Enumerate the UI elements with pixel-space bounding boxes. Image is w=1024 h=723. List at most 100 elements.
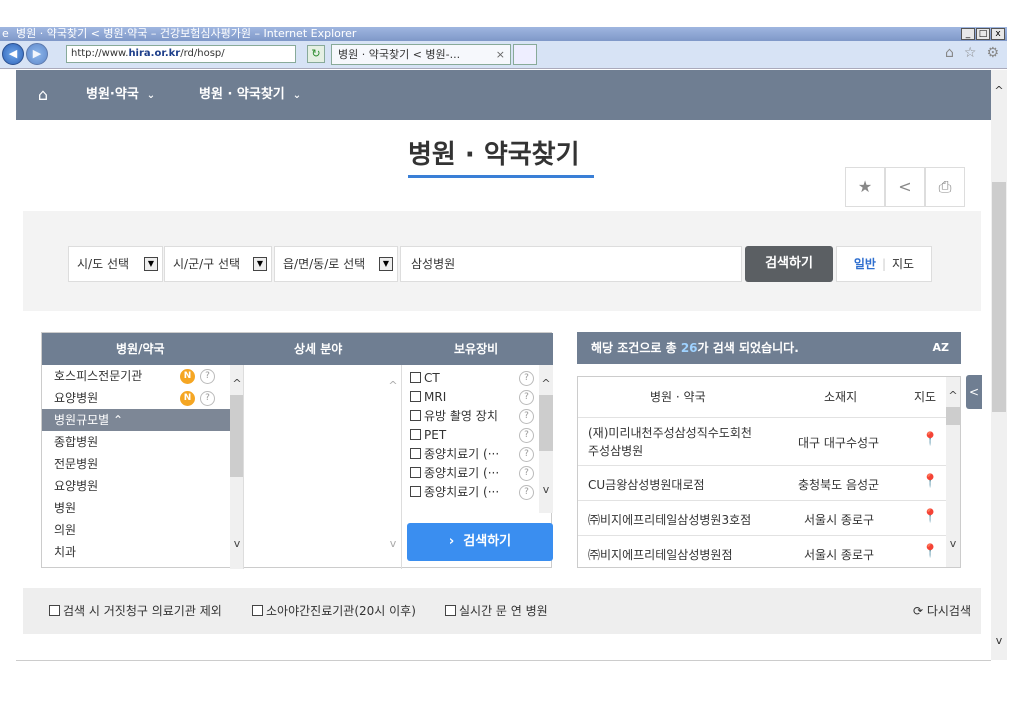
category-scrollbar[interactable]: ^ v [230,365,243,569]
equipment-tumor-2[interactable]: 종양치료기 (··· [410,464,499,482]
equipment-ct[interactable]: CT [410,369,440,387]
scroll-thumb[interactable] [992,182,1006,412]
settings-gear-icon[interactable]: ⚙ [986,45,999,61]
table-row[interactable]: ㈜비지에프리테일삼성병원점 서울시 종로구 📍 [578,535,946,567]
checkbox[interactable] [410,486,421,497]
row-name[interactable]: ㈜비지에프리테일삼성병원점 [588,546,732,563]
minimize-button[interactable]: _ [961,28,975,40]
list-item[interactable]: 요양병원 [54,387,98,409]
tab-close-icon[interactable]: × [496,45,505,64]
refresh-icon[interactable]: ↻ [307,45,325,63]
share-icon[interactable]: < [885,167,925,207]
equipment-scrollbar[interactable]: ^ v [539,365,553,513]
help-icon[interactable]: ? [200,369,215,384]
print-icon[interactable]: ⎙ [925,167,965,207]
filter-search-button[interactable]: › 검색하기 [407,523,553,561]
scroll-thumb[interactable] [946,407,960,425]
favorite-star-icon[interactable]: ★ [845,167,885,207]
help-icon[interactable]: ? [519,371,534,386]
scroll-thumb[interactable] [539,395,553,451]
browser-tab[interactable]: 병원 · 약국찾기 < 병원-... × [331,44,511,65]
row-location: 충청북도 음성군 [798,478,880,492]
new-tab-button[interactable] [513,44,537,65]
search-button[interactable]: 검색하기 [745,246,833,282]
equipment-pet[interactable]: PET [410,426,446,444]
checkbox[interactable] [252,605,263,616]
chevron-down-icon[interactable]: v [946,537,960,550]
row-name[interactable]: CU금왕삼성병원대로점 [588,476,705,493]
close-window-button[interactable]: x [991,28,1005,40]
nav-find[interactable]: 병원 · 약국찾기 ⌄ [199,70,301,120]
map-pin-icon[interactable]: 📍 [922,432,938,447]
keyword-input[interactable]: 삼성병원 [400,246,742,282]
list-item[interactable]: 병원 [54,497,76,519]
scroll-thumb[interactable] [230,395,243,477]
help-icon[interactable]: ? [519,485,534,500]
map-pin-icon[interactable]: 📍 [922,474,938,489]
table-row[interactable]: (재)미리내천주성삼성직수도회천 주성삼병원 대구 대구수성구 📍 [578,417,946,465]
sort-az-icon[interactable]: AZ [933,332,950,364]
list-item[interactable]: 호스피스전문기관 [54,365,142,387]
row-name[interactable]: (재)미리내천주성삼성직수도회천 [588,424,752,441]
eupmyeon-select[interactable]: 읍/면/동/로 선택 ▼ [274,246,398,282]
help-icon[interactable]: ? [519,428,534,443]
checkbox[interactable] [410,448,421,459]
checkbox[interactable] [49,605,60,616]
reset-search-button[interactable]: ⟳ 다시검색 [913,588,971,634]
table-row[interactable]: CU금왕삼성병원대로점 충청북도 음성군 📍 [578,465,946,500]
list-item-selected[interactable]: 병원규모별 ⌃ [42,409,230,431]
address-bar[interactable]: http://www.hira.or.kr/rd/hosp/ [66,45,296,63]
checkbox[interactable] [410,391,421,402]
checkbox[interactable] [410,372,421,383]
chevron-up-icon[interactable]: ^ [946,389,960,402]
chevron-down-icon[interactable]: v [230,537,243,550]
help-icon[interactable]: ? [519,390,534,405]
chevron-down-icon[interactable]: v [386,537,400,550]
chevron-up-icon[interactable]: ^ [991,84,1007,97]
list-item[interactable]: 요양병원 [54,475,98,497]
list-item[interactable]: 치과 [54,541,76,563]
help-icon[interactable]: ? [519,466,534,481]
sido-select[interactable]: 시/도 선택 ▼ [68,246,163,282]
map-pin-icon[interactable]: 📍 [922,544,938,559]
table-row[interactable]: ㈜비지에프리테일삼성병원3호점 서울시 종로구 📍 [578,500,946,535]
collapse-panel-button[interactable]: < [966,375,982,409]
list-item[interactable]: 전문병원 [54,453,98,475]
equipment-tumor-1[interactable]: 종양치료기 (··· [410,445,499,463]
help-icon[interactable]: ? [200,391,215,406]
checkbox[interactable] [410,429,421,440]
chevron-up-icon[interactable]: ^ [539,377,553,390]
exclude-fraud-option[interactable]: 검색 시 거짓청구 의료기관 제외 [49,588,222,634]
favorites-star-icon[interactable]: ☆ [964,45,977,61]
open-now-option[interactable]: 실시간 문 연 병원 [445,588,548,634]
forward-icon[interactable]: ▶ [26,43,48,65]
checkbox[interactable] [410,467,421,478]
chevron-down-icon[interactable]: v [539,483,553,496]
checkbox[interactable] [410,410,421,421]
equipment-tumor-3[interactable]: 종양치료기 (··· [410,483,499,501]
sigungu-select[interactable]: 시/군/구 선택 ▼ [164,246,272,282]
help-icon[interactable]: ? [519,447,534,462]
list-item[interactable]: 종합병원 [54,431,98,453]
help-icon[interactable]: ? [519,409,534,424]
home-icon[interactable]: ⌂ [945,45,954,61]
equipment-mammography[interactable]: 유방 촬영 장치 [410,407,498,425]
back-icon[interactable]: ◀ [2,43,24,65]
page-scrollbar[interactable]: ^ v [991,70,1007,660]
row-name[interactable]: ㈜비지에프리테일삼성병원3호점 [588,511,751,528]
chevron-up-icon[interactable]: ^ [386,379,400,392]
result-scrollbar[interactable]: ^ v [946,377,960,567]
map-pin-icon[interactable]: 📍 [922,509,938,524]
night-pediatric-option[interactable]: 소아야간진료기관(20시 이후) [252,588,416,634]
nav-hospital-pharmacy[interactable]: 병원·약국 ⌄ [86,70,155,120]
chevron-up-icon[interactable]: ^ [230,377,243,390]
mode-general[interactable]: 일반 [854,257,876,271]
mode-map[interactable]: 지도 [892,257,914,271]
maximize-button[interactable]: □ [976,28,990,40]
chevron-down-icon[interactable]: v [991,634,1007,647]
site-home-icon[interactable]: ⌂ [16,70,70,120]
checkbox[interactable] [445,605,456,616]
row-name-cont[interactable]: 주성삼병원 [588,442,643,459]
equipment-mri[interactable]: MRI [410,388,446,406]
list-item[interactable]: 의원 [54,519,76,541]
